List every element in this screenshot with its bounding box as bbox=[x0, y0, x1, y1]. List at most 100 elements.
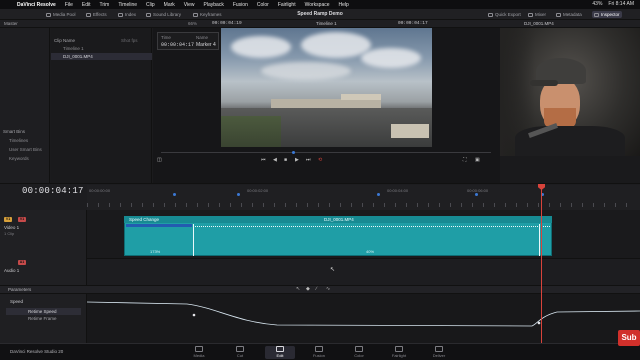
ruler-tick bbox=[87, 203, 88, 207]
column-clip-name[interactable]: Clip Name bbox=[54, 38, 75, 43]
curve-parameters: Speed Retime Speed Retime Frame bbox=[0, 294, 87, 343]
menu-edit[interactable]: Edit bbox=[82, 2, 91, 8]
page-label: Deliver bbox=[432, 353, 446, 358]
v1-track-badge[interactable]: V1 bbox=[18, 217, 26, 222]
zoom-select[interactable]: 66% bbox=[188, 21, 197, 26]
menu-help[interactable]: Help bbox=[339, 2, 349, 8]
stop-icon[interactable]: ■ bbox=[284, 157, 287, 163]
page-color[interactable]: Color bbox=[344, 346, 374, 358]
clip-header: Speed Change DJI_0001.MP4 bbox=[124, 216, 552, 223]
timeline-marker[interactable] bbox=[173, 193, 176, 196]
page-fairlight[interactable]: Fairlight bbox=[384, 346, 414, 358]
metadata-button[interactable]: Metadata bbox=[556, 11, 582, 18]
page-deliver[interactable]: Deliver bbox=[424, 346, 454, 358]
param-retime-speed[interactable]: Retime Speed bbox=[28, 309, 57, 314]
page-edit[interactable]: Edit bbox=[265, 346, 295, 359]
app-footer-name: DaVinci Resolve Studio 20 bbox=[10, 349, 64, 354]
ruler-tick bbox=[153, 203, 154, 207]
ruler-tick bbox=[296, 203, 297, 207]
safe-area-icon[interactable]: ▣ bbox=[475, 157, 480, 163]
column-shot-fps[interactable]: Shot fps bbox=[121, 38, 138, 43]
menu-clip[interactable]: Clip bbox=[146, 2, 155, 8]
speed-point-handle[interactable] bbox=[193, 224, 194, 256]
menu-bar: DaVinci Resolve File Edit Trim Timeline … bbox=[0, 0, 640, 9]
curve-linear-icon[interactable]: ∕ bbox=[316, 286, 317, 292]
go-to-end-icon[interactable]: ⏭ bbox=[306, 157, 311, 163]
timeline-select[interactable]: Timeline 1 bbox=[316, 21, 337, 26]
app-menu[interactable]: DaVinci Resolve bbox=[17, 2, 56, 8]
timeline-ruler[interactable]: 00:00:00:00 00:00:02:00 00:00:04:00 00:0… bbox=[87, 185, 640, 210]
audio-track bbox=[87, 258, 640, 285]
param-speed[interactable]: Speed bbox=[10, 299, 23, 304]
ruler-tick bbox=[285, 203, 286, 207]
speed-left-value[interactable]: 173% bbox=[150, 249, 160, 254]
go-to-start-icon[interactable]: ⏮ bbox=[261, 157, 266, 163]
speed-curve-graph[interactable] bbox=[86, 294, 640, 343]
time-value: 00:00:04:17 bbox=[161, 42, 195, 48]
speed-curve[interactable] bbox=[86, 301, 640, 327]
scrub-bar[interactable] bbox=[161, 152, 491, 153]
v1-destination[interactable]: V1 bbox=[4, 217, 12, 222]
mixer-icon bbox=[528, 12, 533, 17]
ruler-tick bbox=[461, 203, 462, 207]
menu-fusion[interactable]: Fusion bbox=[233, 2, 248, 8]
loop-icon[interactable]: ⟲ bbox=[318, 157, 322, 163]
ruler-tick bbox=[571, 203, 572, 207]
ruler-tick bbox=[582, 203, 583, 207]
menu-mark[interactable]: Mark bbox=[164, 2, 175, 8]
ruler-tick bbox=[186, 203, 187, 207]
page-media[interactable]: Media bbox=[184, 346, 214, 358]
inspector-button[interactable]: Inspector bbox=[592, 11, 622, 18]
bin-user-smart[interactable]: User Smart Bins bbox=[6, 146, 45, 153]
curve-keyframe[interactable] bbox=[192, 313, 196, 317]
ruler-tick bbox=[494, 203, 495, 207]
fullscreen-icon[interactable]: ⛶ bbox=[463, 157, 467, 163]
ruler-tick bbox=[626, 203, 627, 207]
curve-select-icon[interactable]: ↖ bbox=[296, 286, 300, 292]
speed-right-value[interactable]: 40% bbox=[366, 249, 374, 254]
menu-trim[interactable]: Trim bbox=[100, 2, 110, 8]
ruler-tick bbox=[351, 203, 352, 207]
timeline-marker[interactable] bbox=[475, 193, 478, 196]
page-label: Fusion bbox=[312, 353, 325, 358]
mixer-button[interactable]: Mixer bbox=[528, 11, 546, 18]
param-retime-frame[interactable]: Retime Frame bbox=[28, 316, 57, 321]
track-headers: V1 V1 Video 1 1 Clip A1 Audio 1 bbox=[0, 210, 87, 285]
menu-playback[interactable]: Playback bbox=[204, 2, 224, 8]
menu-fairlight[interactable]: Fairlight bbox=[278, 2, 296, 8]
speed-segment-fast bbox=[126, 224, 192, 227]
quick-export-button[interactable]: Quick Export bbox=[488, 11, 521, 18]
building bbox=[271, 99, 381, 108]
page-label: Edit bbox=[276, 353, 284, 358]
play-icon[interactable]: ▶ bbox=[295, 157, 299, 163]
media-item-clip[interactable]: DJI_0001.MP4 bbox=[51, 53, 152, 60]
play-reverse-icon[interactable]: ◀ bbox=[273, 157, 277, 163]
menu-view[interactable]: View bbox=[184, 2, 195, 8]
ruler-tick bbox=[142, 203, 143, 207]
media-item-timeline[interactable]: Timeline 1 bbox=[51, 45, 152, 52]
menu-workspace[interactable]: Workspace bbox=[305, 2, 330, 8]
ruler-tick bbox=[208, 203, 209, 207]
a1-track-badge[interactable]: A1 bbox=[18, 260, 26, 265]
ruler-tick bbox=[604, 203, 605, 207]
curve-keyframe[interactable] bbox=[537, 321, 541, 325]
timeline-marker[interactable] bbox=[237, 193, 240, 196]
apple-icon[interactable] bbox=[6, 2, 12, 8]
playhead[interactable] bbox=[541, 185, 542, 343]
video-frame[interactable] bbox=[221, 28, 432, 147]
match-frame-icon[interactable]: ◫ bbox=[157, 157, 162, 163]
page-fusion[interactable]: Fusion bbox=[304, 346, 334, 358]
timeline-marker[interactable] bbox=[377, 193, 380, 196]
curve-add-point-icon[interactable]: ◆ bbox=[306, 286, 310, 292]
bin-timelines[interactable]: Timelines bbox=[6, 137, 31, 144]
menu-file[interactable]: File bbox=[65, 2, 73, 8]
parameters-label[interactable]: Parameters bbox=[8, 287, 31, 292]
menu-timeline[interactable]: Timeline bbox=[118, 2, 137, 8]
ruler-tick bbox=[439, 203, 440, 207]
page-cut[interactable]: Cut bbox=[225, 346, 255, 358]
curve-ease-icon[interactable]: ∿ bbox=[326, 286, 330, 292]
speed-point-handle[interactable] bbox=[539, 224, 540, 256]
menu-color[interactable]: Color bbox=[257, 2, 269, 8]
bin-keywords[interactable]: Keywords bbox=[6, 155, 32, 162]
ruler-tick bbox=[593, 203, 594, 207]
